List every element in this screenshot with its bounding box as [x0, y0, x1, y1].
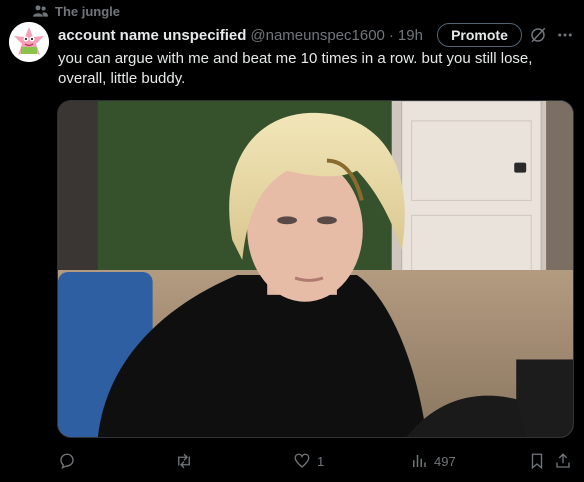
- people-icon: [33, 5, 48, 17]
- starfish-avatar-icon: [9, 22, 49, 62]
- tweet-text: you can argue with me and beat me 10 tim…: [58, 50, 533, 87]
- grok-icon[interactable]: [529, 26, 547, 44]
- heart-icon: [294, 453, 310, 468]
- tweet-media[interactable]: [57, 100, 574, 438]
- separator: ·: [388, 26, 394, 44]
- views-icon: [413, 455, 426, 467]
- bookmark-button[interactable]: [528, 450, 546, 472]
- community-context[interactable]: The jungle: [33, 3, 120, 19]
- reply-button[interactable]: [58, 450, 82, 472]
- repost-icon: [178, 453, 190, 469]
- share-icon: [556, 453, 570, 468]
- reply-icon: [60, 453, 74, 470]
- like-button[interactable]: 1: [293, 450, 324, 472]
- community-label: The jungle: [55, 3, 120, 19]
- photo-icon: [58, 101, 573, 437]
- timestamp[interactable]: 19h: [398, 27, 423, 44]
- views-button[interactable]: 497: [410, 450, 456, 472]
- views-count: 497: [434, 453, 456, 469]
- avatar[interactable]: [9, 22, 49, 62]
- like-count: 1: [317, 453, 325, 469]
- action-bar: 1 497: [58, 450, 578, 472]
- repost-button[interactable]: [175, 450, 199, 472]
- bookmark-icon: [531, 453, 543, 470]
- share-button[interactable]: [554, 450, 572, 472]
- promote-button[interactable]: Promote: [437, 23, 522, 47]
- user-handle[interactable]: @nameunspec1600: [250, 27, 385, 44]
- display-name[interactable]: account name unspecified: [58, 27, 246, 44]
- more-options-icon[interactable]: [556, 26, 574, 44]
